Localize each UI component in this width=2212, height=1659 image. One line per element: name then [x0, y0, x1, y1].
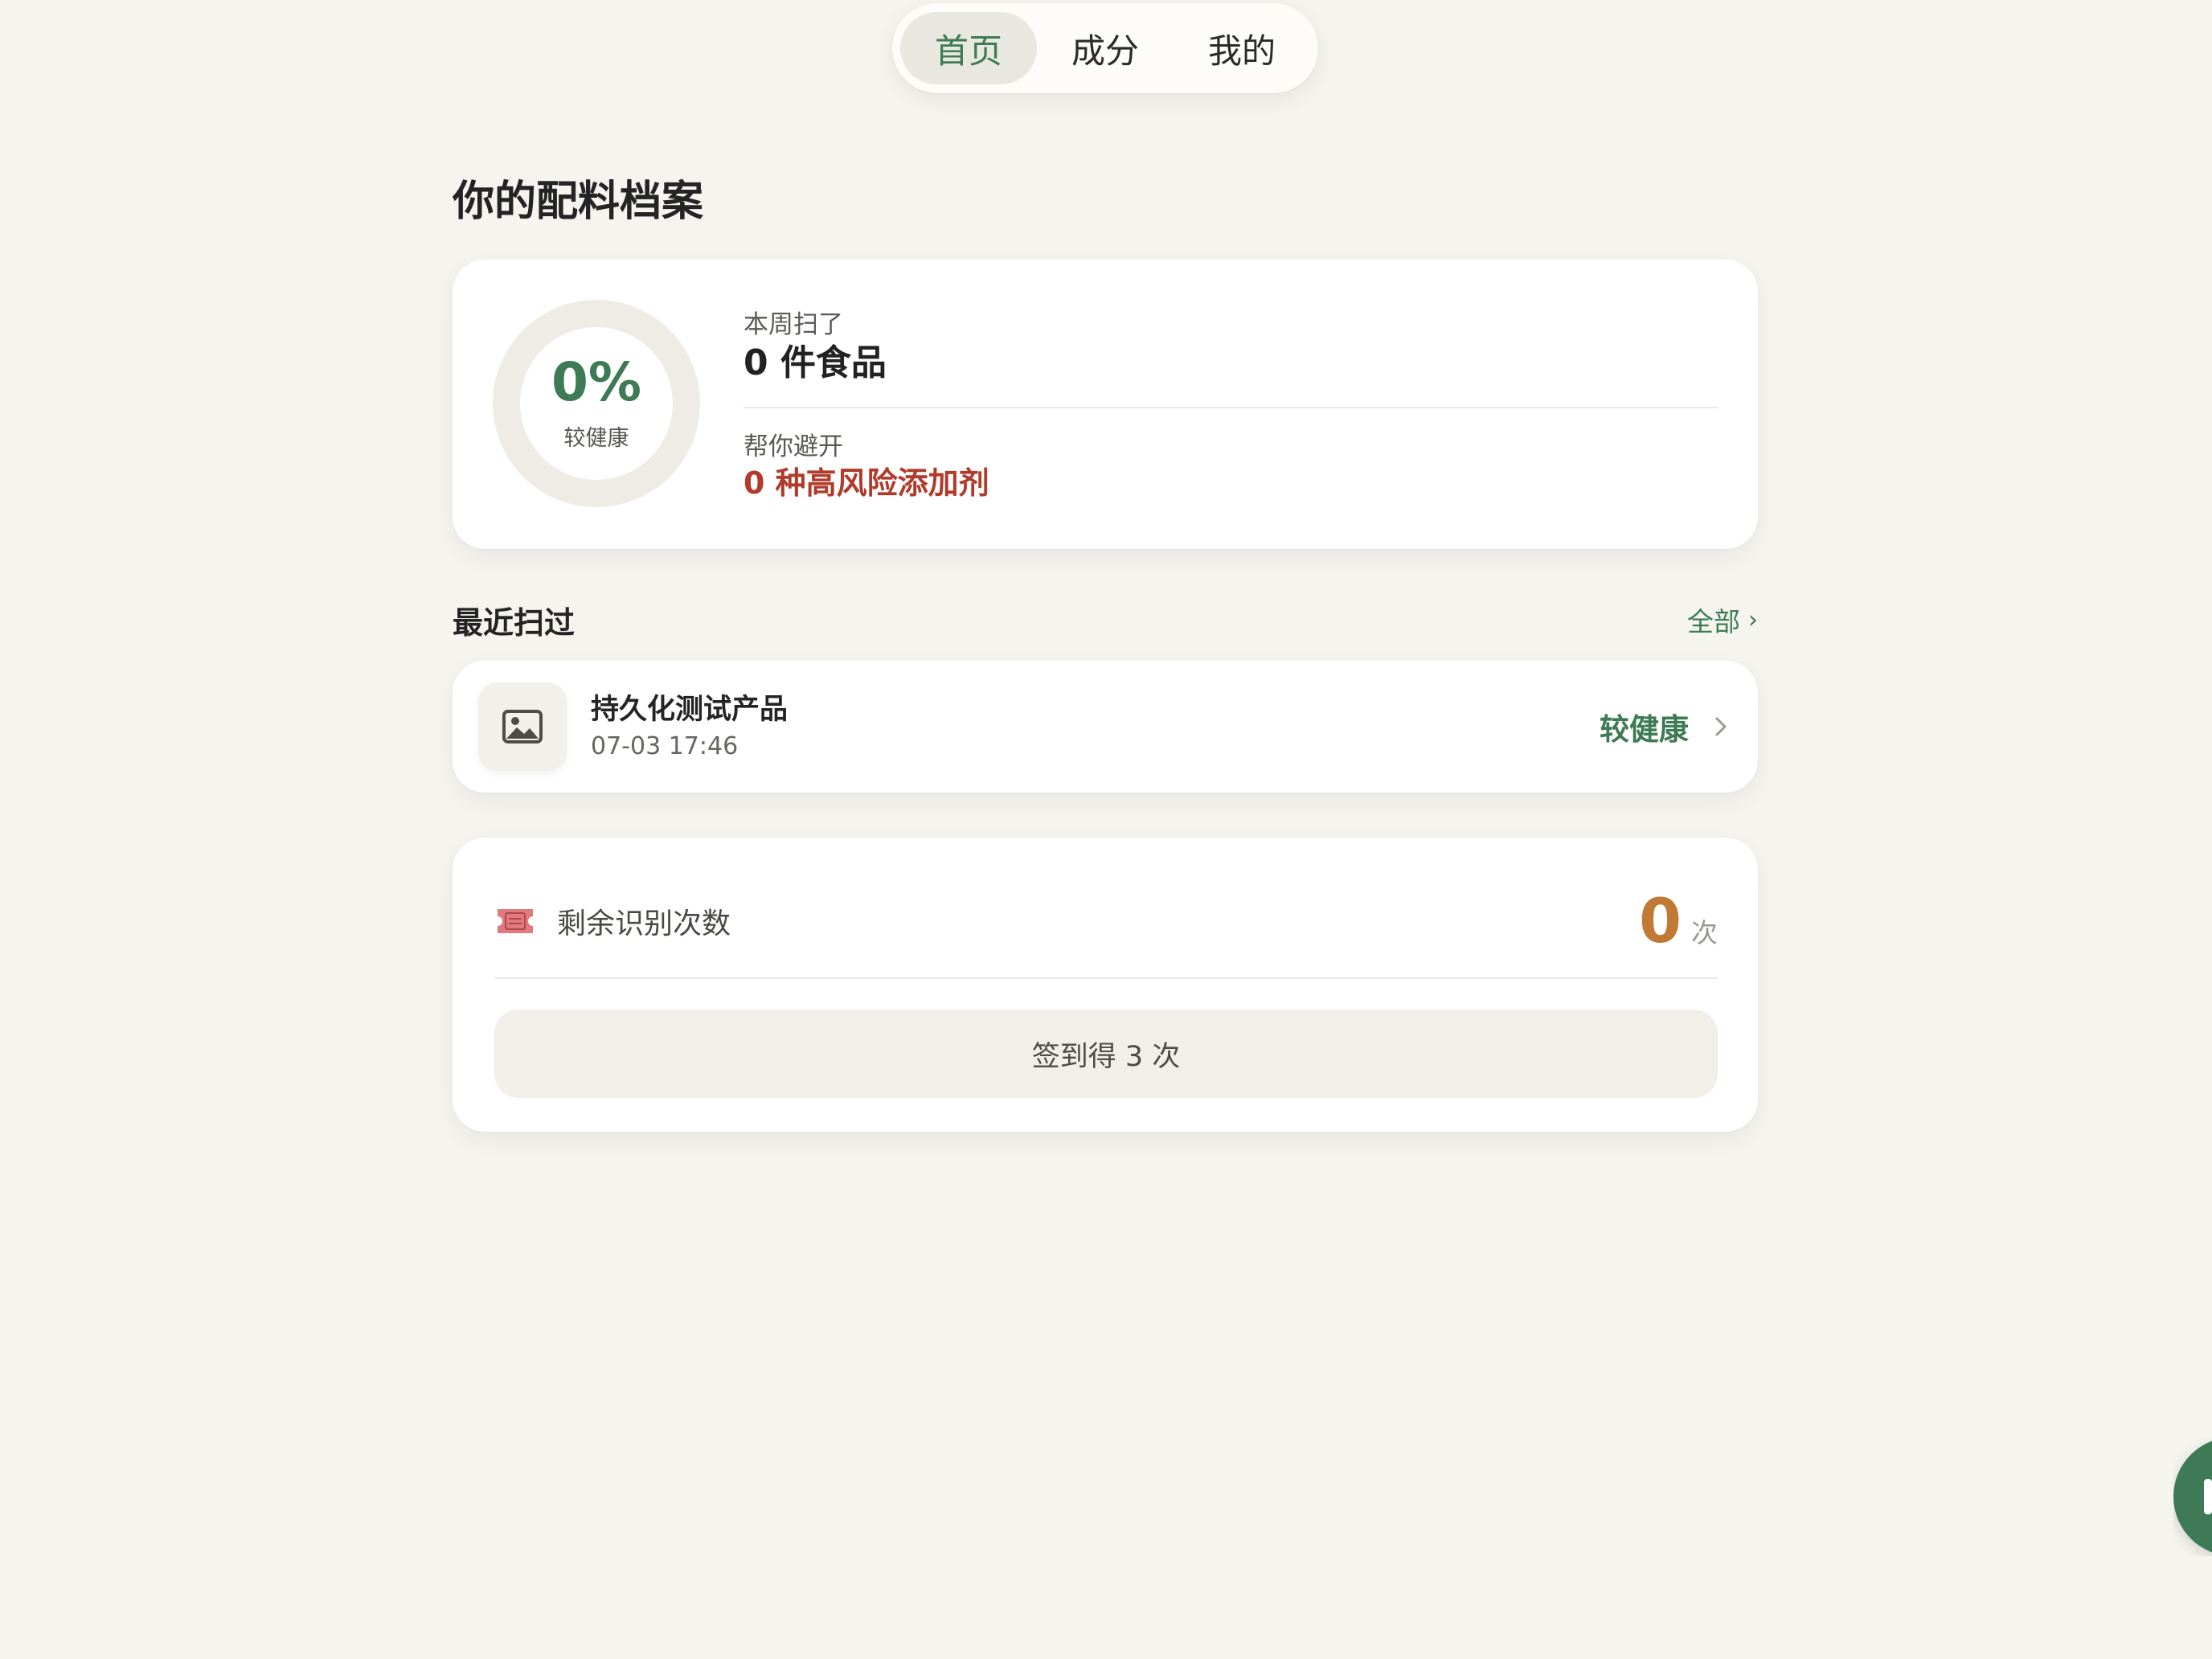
- scan-item-status: 较健康: [1600, 712, 1689, 747]
- credits-label: 剩余识别次数: [557, 907, 731, 940]
- health-score-label: 较健康: [563, 425, 629, 451]
- scan-item-name: 持久化测试产品: [591, 693, 789, 726]
- tab-home[interactable]: 首页: [900, 12, 1037, 84]
- credits-row: 剩余识别次数 0 次: [494, 887, 1718, 955]
- chevron-right-icon: [1706, 712, 1735, 741]
- recent-section-title: 最近扫过: [453, 604, 576, 641]
- recent-section-header: 最近扫过 全部 ›: [453, 600, 1758, 641]
- credits-divider: [494, 977, 1718, 979]
- ticket-icon: [498, 909, 533, 933]
- stats-divider: [743, 407, 1718, 408]
- floating-action-button[interactable]: [2173, 1437, 2212, 1556]
- scan-item-text: 持久化测试产品 07-03 17:46: [591, 694, 1600, 760]
- weekly-scan-stat: 本周扫了 0 件食品: [743, 313, 887, 381]
- weekly-scan-label: 本周扫了: [743, 310, 843, 339]
- recent-scan-item[interactable]: 持久化测试产品 07-03 17:46 较健康: [453, 661, 1758, 793]
- tab-ingredients[interactable]: 成分: [1037, 12, 1174, 84]
- weekly-scan-value: 0 件食品: [743, 342, 887, 383]
- avoided-additives-value: 0 种高风险添加剂: [743, 465, 989, 501]
- chevron-right-icon: ›: [1748, 605, 1758, 634]
- credits-card: 剩余识别次数 0 次 签到得 3 次: [453, 838, 1758, 1132]
- page-title: 你的配料档案: [453, 178, 704, 226]
- tab-mine[interactable]: 我的: [1174, 12, 1310, 84]
- see-all-label: 全部: [1687, 606, 1740, 637]
- stats-card: 0% 较健康 本周扫了 0 件食品 帮你避开 0 种高风险添加剂: [453, 260, 1758, 549]
- image-icon: [478, 682, 567, 771]
- avoided-additives-label: 帮你避开: [743, 432, 843, 461]
- fab-icon: [2204, 1479, 2212, 1514]
- see-all-link[interactable]: 全部 ›: [1687, 600, 1758, 639]
- scan-item-time: 07-03 17:46: [591, 732, 739, 761]
- top-tab-bar: 首页 成分 我的: [892, 3, 1318, 93]
- health-score-value: 0%: [551, 350, 642, 413]
- checkin-button[interactable]: 签到得 3 次: [494, 1010, 1718, 1098]
- health-score-ring: 0% 较健康: [493, 300, 700, 507]
- credits-count: 0: [1639, 885, 1682, 956]
- credits-unit: 次: [1691, 917, 1718, 948]
- health-score-center: 0% 较健康: [520, 327, 673, 480]
- avoided-additives-stat: 帮你避开 0 种高风险添加剂: [743, 432, 989, 501]
